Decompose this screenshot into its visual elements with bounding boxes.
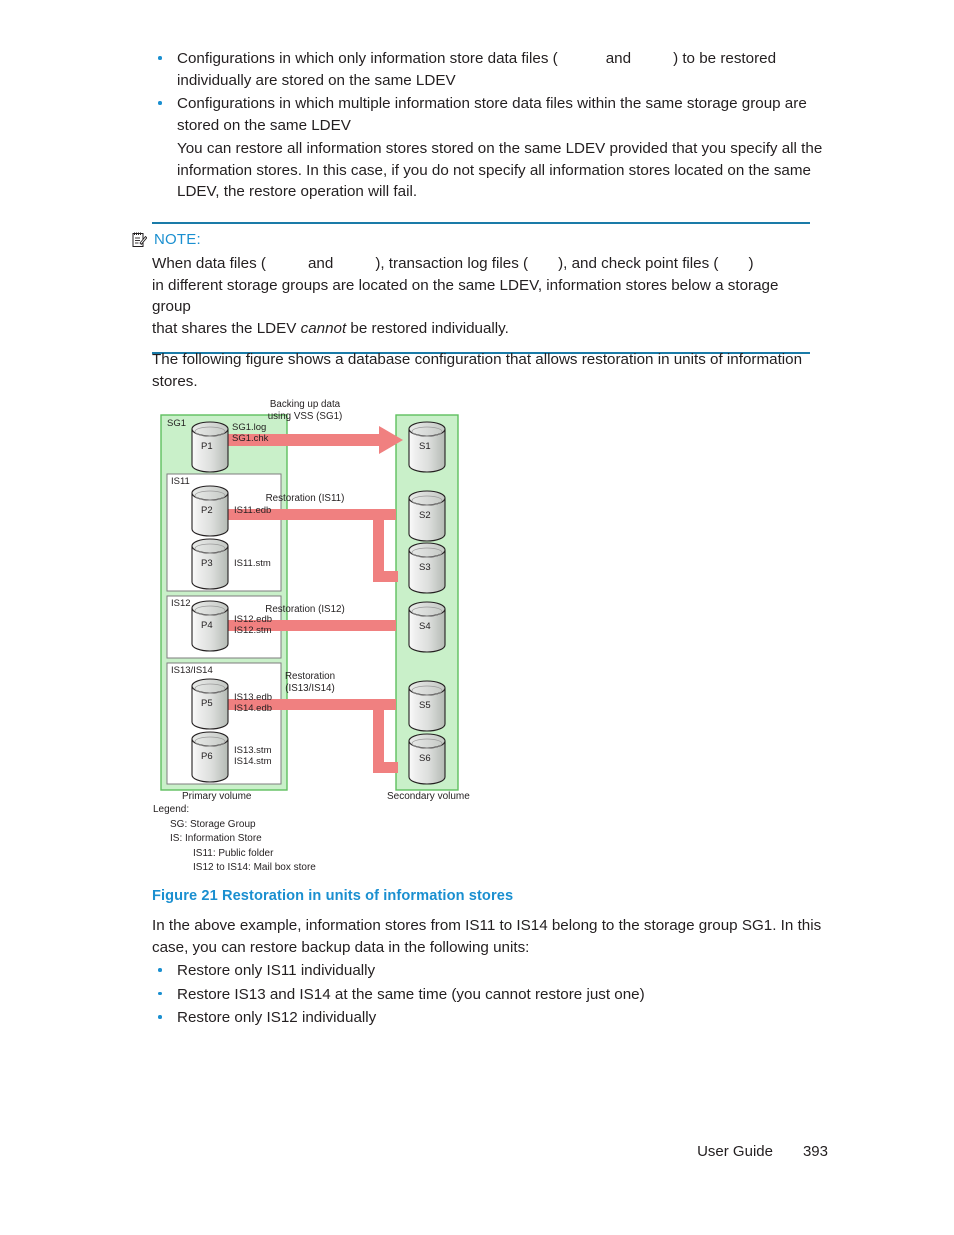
top-paragraph: You can restore all information stores s… — [177, 140, 823, 200]
bullet-text: Restore only IS12 individually — [177, 1009, 377, 1026]
legend-entry: IS: Information Store — [170, 833, 262, 844]
bullet-text: Restore IS13 and IS14 at the same time (… — [177, 985, 645, 1003]
cylinder-label-P1: P1 — [201, 441, 213, 452]
after-figure-bullet-list: Restore only IS11 individually Restore I… — [152, 960, 828, 1031]
cylinder-label-P5: P5 — [201, 698, 213, 709]
file-label-P1-2: SG1.chk — [232, 433, 269, 444]
bullet-dot-icon — [158, 56, 162, 60]
figure-legend: Legend: SG: Storage Group IS: Informatio… — [153, 803, 316, 876]
footer-label: User Guide — [697, 1143, 773, 1160]
file-label-P3-1: IS11.stm — [234, 558, 271, 569]
list-item: Restore IS13 and IS14 at the same time (… — [152, 984, 828, 1006]
arrow-label-restore-is13-line2: (IS13/IS14) — [285, 683, 335, 694]
legend-title: Legend: — [153, 804, 190, 815]
legend-entry: IS12 to IS14: Mail box store — [193, 862, 316, 873]
bullet-text-mid: and — [605, 50, 632, 67]
cylinder-label-S4: S4 — [419, 621, 431, 632]
figure-intro-paragraph: The following figure shows a database co… — [152, 351, 803, 390]
bullet-text: Restore only IS11 individually — [177, 962, 376, 979]
note-line3-after: be restored individually. — [346, 319, 509, 337]
legend-entry: SG: Storage Group — [170, 818, 256, 830]
bullet-dot-icon — [158, 101, 162, 105]
note-pen-icon — [132, 232, 147, 247]
bullet-text: Configurations in which multiple informa… — [177, 95, 807, 134]
secondary-volume-caption: Secondary volume — [387, 791, 470, 802]
panel-label-is11: IS11 — [171, 476, 190, 487]
figure-caption-title: Restoration in units of information stor… — [221, 888, 514, 904]
cylinder-label-S3: S3 — [419, 562, 431, 573]
cylinder-label-S2: S2 — [419, 510, 431, 521]
note-title: NOTE: — [154, 231, 201, 248]
panel-label-is13-is14: IS13/IS14 — [171, 665, 213, 676]
note-seg5: ) — [748, 255, 754, 272]
list-item: Configurations in which only information… — [152, 48, 828, 91]
primary-volume-caption: Primary volume — [182, 791, 252, 802]
document-page: Configurations in which only information… — [0, 0, 954, 1235]
bullet-dot-icon — [158, 968, 162, 972]
list-item: Restore only IS12 individually — [152, 1007, 828, 1029]
arrow-label-restore-is11: Restoration (IS11) — [265, 493, 345, 504]
cylinder-label-S6: S6 — [419, 753, 431, 764]
file-label-P2-1: IS11.edb — [234, 505, 272, 516]
footer-page-number: 393 — [802, 1143, 828, 1160]
top-content-block: Configurations in which only information… — [152, 48, 828, 203]
note-callout: NOTE: When data files ( and ), transaction… — [132, 222, 812, 354]
note-seg1: When data files ( — [152, 255, 266, 272]
legend-entry: IS11: Public folder — [193, 847, 274, 859]
after-figure-paragraph: In the above example, information stores… — [152, 917, 822, 956]
cylinder-label-S1: S1 — [419, 441, 431, 452]
arrow-label-restore-is12: Restoration (IS12) — [265, 604, 345, 615]
file-label-P6-1: IS13.stm — [234, 745, 272, 756]
figure-caption-number: Figure 21 — [152, 888, 218, 904]
file-label-P4-2: IS12.stm — [234, 625, 272, 636]
list-item: Configurations in which multiple informa… — [152, 93, 828, 136]
arrow-label-backup-line1: Backing up data — [269, 399, 341, 410]
note-line3-italic: cannot — [300, 319, 347, 337]
top-bullet-list: Configurations in which only information… — [152, 48, 828, 136]
note-seg2: and — [307, 255, 334, 272]
note-body: When data files ( and ), transaction log f… — [152, 253, 812, 339]
file-label-P4-1: IS12.edb — [234, 614, 273, 625]
arrow-label-restore-is13-line1: Restoration — [284, 671, 336, 682]
file-label-P5-2: IS14.edb — [234, 703, 273, 714]
figure-caption: Figure 21 Restoration in units of inform… — [152, 888, 513, 904]
file-label-P1-1: SG1.log — [232, 422, 267, 433]
note-line2: in different storage groups are located … — [152, 276, 779, 316]
note-header: NOTE: — [132, 231, 810, 248]
panel-label-sg1: SG1 — [167, 418, 187, 429]
note-top-rule — [152, 222, 810, 224]
cylinder-label-P4: P4 — [201, 620, 213, 631]
cylinder-label-P2: P2 — [201, 505, 213, 516]
note-seg4: ), and check point files ( — [558, 255, 719, 272]
cylinder-label-P6: P6 — [201, 751, 213, 762]
cylinder-label-S5: S5 — [419, 700, 431, 711]
arrow-label-backup-line2: using VSS (SG1) — [267, 411, 343, 422]
cylinder-label-P3: P3 — [201, 558, 213, 569]
bullet-dot-icon — [158, 991, 162, 995]
list-item: Restore only IS11 individually — [152, 960, 828, 982]
note-seg3: ), transaction log files ( — [375, 255, 529, 272]
page-footer: User Guide 393 — [0, 1143, 954, 1160]
bullet-text-before: Configurations in which only information… — [177, 50, 558, 67]
file-label-P6-2: IS14.stm — [234, 756, 272, 767]
note-line3-before: that shares the LDEV — [152, 319, 301, 337]
bullet-dot-icon — [158, 1015, 162, 1019]
panel-label-is12: IS12 — [171, 598, 191, 609]
